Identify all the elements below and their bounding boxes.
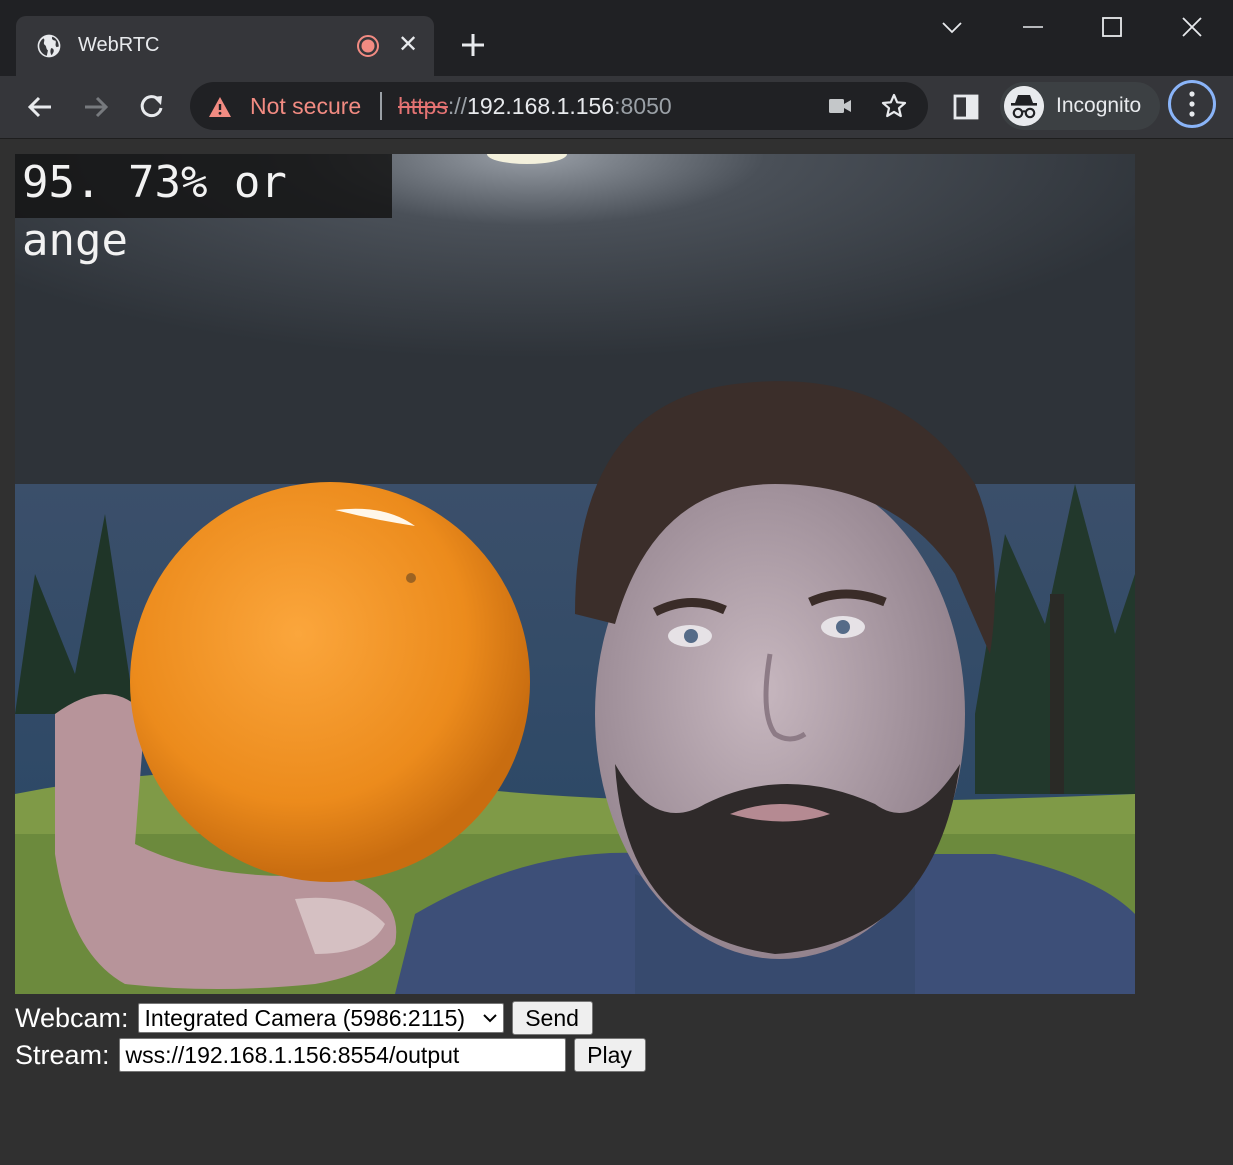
side-panel-icon[interactable] [950,91,982,123]
incognito-label: Incognito [1056,94,1142,117]
stream-label: Stream: [15,1039,110,1070]
maximize-icon[interactable] [1097,12,1127,42]
url-slashes: :// [447,93,468,119]
back-icon[interactable] [24,91,56,123]
tab-search-chevron-icon[interactable] [937,12,967,42]
url-text[interactable]: https://192.168.1.156:8050 [398,93,672,120]
webcam-row: Webcam: Integrated Camera (5986:2115) Se… [15,1000,593,1036]
browser-menu-button[interactable] [1168,80,1216,128]
stream-row: Stream: wss://192.168.1.156:8554/output … [15,1037,646,1073]
more-vert-icon [1189,91,1195,117]
stream-url-input[interactable]: wss://192.168.1.156:8554/output [118,1038,566,1072]
address-bar[interactable]: Not secure https://192.168.1.156:8050 [190,82,928,130]
webcam-select-value: Integrated Camera (5986:2115) [144,1004,466,1031]
play-button[interactable]: Play [573,1038,646,1072]
title-bar: WebRTC ✕ [0,0,1233,76]
url-host: 192.168.1.156 [467,93,615,119]
omnibox-separator [380,92,382,120]
video-frame-image [15,154,1135,994]
incognito-profile-button[interactable]: Incognito [1000,82,1160,130]
camera-in-use-icon[interactable] [826,94,854,118]
browser-toolbar: Not secure https://192.168.1.156:8050 In… [0,76,1233,139]
close-window-icon[interactable] [1177,12,1207,42]
video-output: 95. 73% or ange [15,154,1135,994]
recording-indicator-icon [357,35,379,57]
globe-icon [37,34,61,58]
reload-icon[interactable] [136,91,168,123]
not-secure-label[interactable]: Not secure [250,93,361,120]
tab-close-icon[interactable]: ✕ [396,33,420,57]
send-button[interactable]: Send [511,1001,593,1035]
url-scheme: https [398,93,448,119]
bookmark-star-icon[interactable] [880,92,908,120]
minimize-icon[interactable] [1018,12,1048,42]
classification-overlay: 95. 73% or ange [15,154,392,266]
forward-icon[interactable] [80,91,112,123]
chevron-down-icon [482,1014,497,1023]
webcam-select[interactable]: Integrated Camera (5986:2115) [137,1003,504,1033]
tab-webrtc[interactable]: WebRTC ✕ [16,16,434,76]
webcam-label: Webcam: [15,1002,129,1033]
new-tab-icon[interactable] [458,30,488,60]
incognito-icon [1004,86,1044,126]
tab-title: WebRTC [78,34,160,56]
warning-icon[interactable] [208,96,232,118]
url-port: :8050 [614,93,672,119]
